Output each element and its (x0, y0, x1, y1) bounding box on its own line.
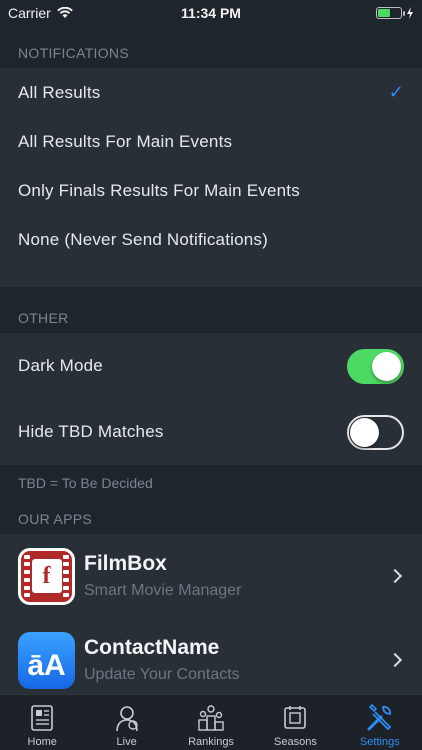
status-bar: Carrier 11:34 PM (0, 0, 422, 26)
option-label: Only Finals Results For Main Events (18, 180, 300, 200)
tab-label: Settings (359, 736, 400, 748)
wifi-icon (56, 7, 73, 18)
other-group: Dark Mode Hide TBD Matches (0, 333, 422, 465)
tab-label: Live (116, 736, 137, 748)
other-header: OTHER (18, 310, 69, 326)
chevron-right-icon (387, 652, 403, 668)
app-name: FilmBox (84, 552, 167, 575)
chevron-right-icon (387, 568, 403, 584)
tab-seasons[interactable]: Seasons (253, 695, 337, 750)
tab-label: Seasons (274, 736, 317, 748)
dark-mode-row: Dark Mode (0, 333, 422, 399)
app-text: ContactName Update Your Contacts (84, 636, 390, 684)
contactname-logo-letters: āA (27, 648, 66, 682)
toggle-knob (350, 417, 379, 447)
tab-rankings[interactable]: Rankings (169, 695, 253, 750)
notifications-group: All Results ✓ All Results For Main Event… (0, 68, 422, 287)
tab-live[interactable]: Live (84, 695, 168, 750)
group-spacer (0, 264, 422, 287)
app-text: FilmBox Smart Movie Manager (84, 552, 390, 600)
settings-list[interactable]: NOTIFICATIONS All Results ✓ All Results … (0, 26, 422, 694)
notification-option-finals[interactable]: Only Finals Results For Main Events (0, 166, 422, 215)
tab-settings[interactable]: Settings (338, 695, 422, 750)
tbd-footnote: TBD = To Be Decided (18, 474, 153, 491)
app-row-filmbox[interactable]: f FilmBox Smart Movie Manager (0, 534, 422, 618)
filmbox-app-icon: f (18, 547, 75, 605)
notification-option-none[interactable]: None (Never Send Notifications) (0, 215, 422, 264)
option-label: All Results (18, 82, 101, 102)
contactname-app-icon: āA (18, 631, 75, 689)
status-right (376, 7, 414, 19)
app-name: ContactName (84, 636, 220, 659)
notification-option-main-events[interactable]: All Results For Main Events (0, 117, 422, 166)
hide-tbd-row: Hide TBD Matches (0, 399, 422, 465)
notifications-header: NOTIFICATIONS (18, 45, 129, 61)
settings-tools-icon (365, 703, 395, 733)
tab-bar: Home Live Rankings Seasons Settings (0, 694, 422, 750)
toggle-knob (372, 351, 401, 381)
rankings-podium-icon (196, 703, 226, 733)
dark-mode-toggle[interactable] (347, 348, 404, 384)
carrier-label: Carrier (8, 5, 51, 21)
tab-label: Rankings (188, 736, 234, 748)
status-left: Carrier (8, 5, 73, 21)
seasons-calendar-icon (280, 703, 310, 733)
checkmark-icon: ✓ (388, 82, 404, 102)
hide-tbd-label: Hide TBD Matches (18, 422, 164, 441)
tab-label: Home (27, 736, 57, 748)
our-apps-header: OUR APPS (18, 511, 92, 527)
battery-fill (378, 9, 391, 17)
notification-option-all-results[interactable]: All Results ✓ (0, 68, 422, 117)
app-subtitle: Update Your Contacts (84, 666, 240, 683)
dark-mode-label: Dark Mode (18, 356, 103, 375)
home-newspaper-icon (27, 703, 57, 733)
filmbox-logo-letter: f (31, 559, 62, 593)
option-label: All Results For Main Events (18, 131, 233, 151)
option-label: None (Never Send Notifications) (18, 229, 268, 249)
hide-tbd-toggle[interactable] (347, 414, 404, 450)
our-apps-group: f FilmBox Smart Movie Manager āA Contact… (0, 534, 422, 694)
battery-icon (376, 7, 405, 19)
app-row-contactname[interactable]: āA ContactName Update Your Contacts (0, 618, 422, 694)
tab-home[interactable]: Home (0, 695, 84, 750)
charging-bolt-icon (407, 7, 413, 19)
live-player-icon (112, 703, 142, 733)
app-subtitle: Smart Movie Manager (84, 582, 242, 599)
